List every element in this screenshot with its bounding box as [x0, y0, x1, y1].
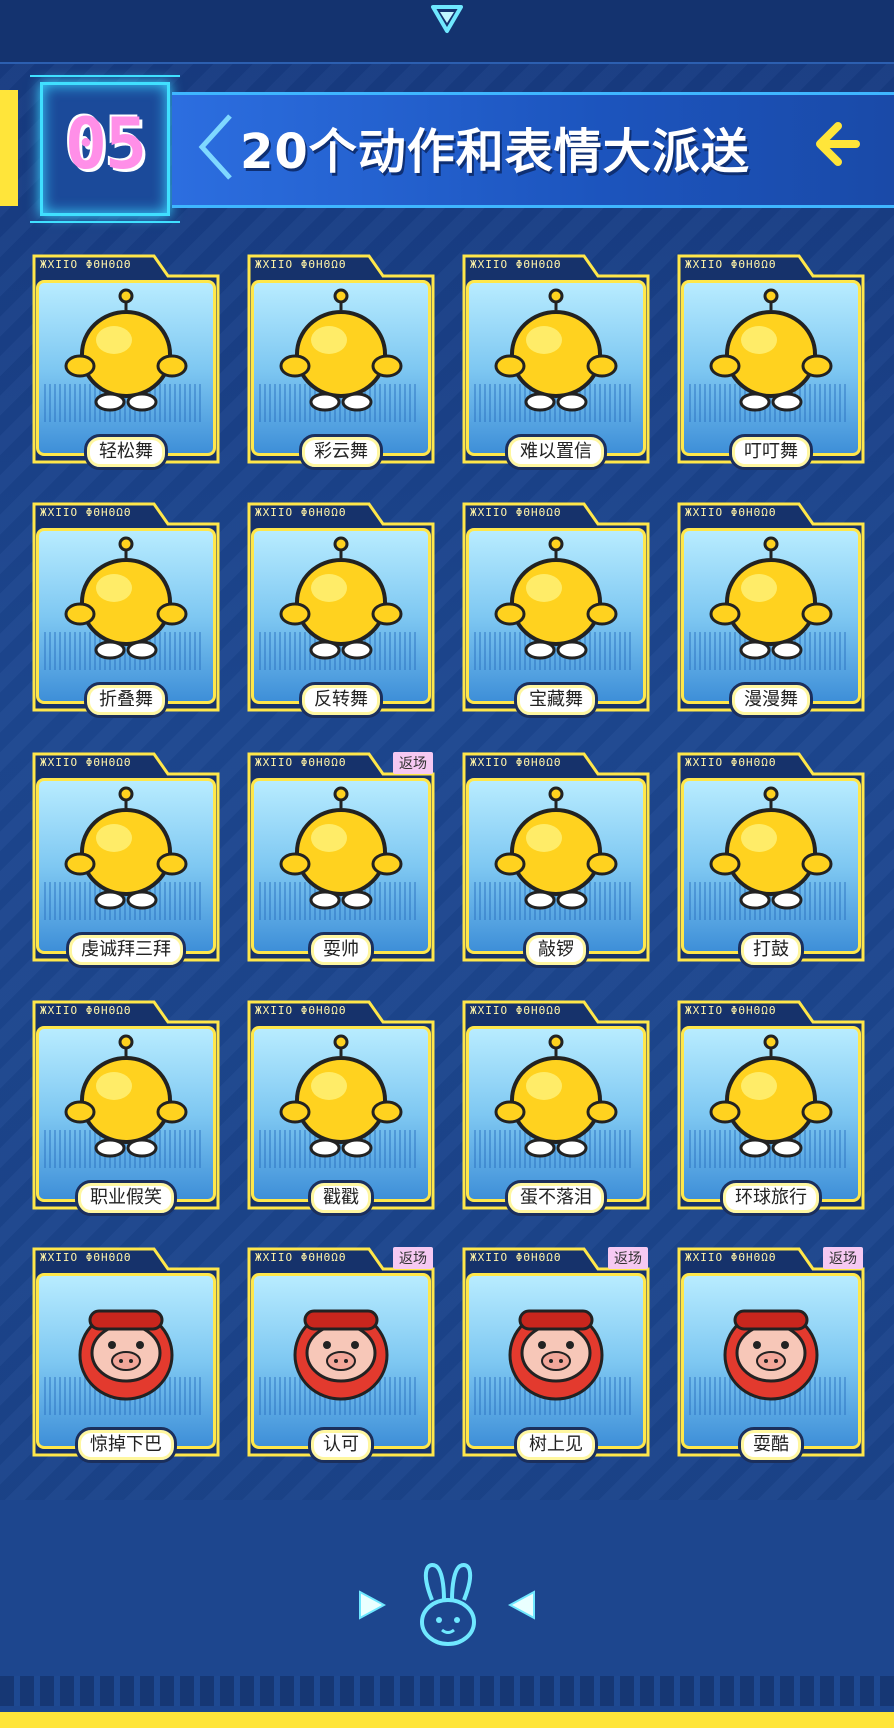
- emote-label: 打鼓: [738, 932, 804, 968]
- card-tab-code: ЖXIIO ΦΘΗΘΩΘ: [685, 506, 777, 519]
- emote-card[interactable]: ЖXIIO ΦΘΗΘΩΘ 轻松舞: [30, 252, 222, 470]
- emote-card[interactable]: ЖXIIO ΦΘΗΘΩΘ 环球旅行: [675, 998, 867, 1216]
- emote-label: 漫漫舞: [729, 682, 813, 718]
- card-tab-code: ЖXIIO ΦΘΗΘΩΘ: [255, 1251, 347, 1264]
- emote-label: 敲锣: [523, 932, 589, 968]
- down-arrow-icon: [431, 5, 463, 33]
- emote-card[interactable]: ЖXIIO ΦΘΗΘΩΘ 打鼓: [675, 750, 867, 968]
- emote-label: 惊掉下巴: [75, 1427, 177, 1463]
- emote-label: 难以置信: [505, 434, 607, 470]
- emote-label: 宝藏舞: [514, 682, 598, 718]
- return-badge: 返场: [608, 1247, 648, 1269]
- emote-label: 彩云舞: [299, 434, 383, 470]
- yellow-mascot-icon: [709, 536, 833, 660]
- play-right-icon: [359, 1590, 386, 1620]
- section-number-box: 05: [30, 82, 180, 223]
- card-tab-code: ЖXIIO ΦΘΗΘΩΘ: [470, 506, 562, 519]
- yellow-mascot-gong-icon: [494, 786, 618, 910]
- card-tab-code: ЖXIIO ΦΘΗΘΩΘ: [40, 756, 132, 769]
- yellow-mascot-plane-icon: [709, 1034, 833, 1158]
- yellow-mascot-icon: [279, 536, 403, 660]
- yellow-mascot-icon: [494, 288, 618, 412]
- card-tab-code: ЖXIIO ΦΘΗΘΩΘ: [685, 258, 777, 271]
- arrow-left-icon: [816, 122, 860, 166]
- card-tab-code: ЖXIIO ΦΘΗΘΩΘ: [40, 506, 132, 519]
- card-tab-code: ЖXIIO ΦΘΗΘΩΘ: [40, 258, 132, 271]
- emote-label: 耍帅: [308, 932, 374, 968]
- pig-mascot-shock-icon: [78, 1309, 174, 1401]
- pig-mascot-tree-icon: [508, 1309, 604, 1401]
- emote-card[interactable]: ЖXIIO ΦΘΗΘΩΘ 宝藏舞: [460, 500, 652, 718]
- emote-card[interactable]: ЖXIIO ΦΘΗΘΩΘ 返场耍酷: [675, 1245, 867, 1463]
- emote-card[interactable]: ЖXIIO ΦΘΗΘΩΘ 敲锣: [460, 750, 652, 968]
- emote-label: 折叠舞: [84, 682, 168, 718]
- emote-label: 轻松舞: [84, 434, 168, 470]
- card-tab-code: ЖXIIO ΦΘΗΘΩΘ: [685, 1251, 777, 1264]
- yellow-mascot-icon: [64, 786, 188, 910]
- emote-label: 树上见: [514, 1427, 598, 1463]
- card-tab-code: ЖXIIO ΦΘΗΘΩΘ: [685, 756, 777, 769]
- yellow-mascot-tear-icon: [494, 1034, 618, 1158]
- card-tab-code: ЖXIIO ΦΘΗΘΩΘ: [40, 1251, 132, 1264]
- card-tab-code: ЖXIIO ΦΘΗΘΩΘ: [255, 756, 347, 769]
- card-tab-code: ЖXIIO ΦΘΗΘΩΘ: [470, 258, 562, 271]
- card-tab-code: ЖXIIO ΦΘΗΘΩΘ: [470, 1251, 562, 1264]
- yellow-mascot-icon: [494, 536, 618, 660]
- emote-card[interactable]: ЖXIIO ΦΘΗΘΩΘ 返场耍帅: [245, 750, 437, 968]
- yellow-mascot-icon: [279, 786, 403, 910]
- emote-label: 职业假笑: [75, 1180, 177, 1216]
- return-badge: 返场: [393, 752, 433, 774]
- card-tab-code: ЖXIIO ΦΘΗΘΩΘ: [255, 1004, 347, 1017]
- emote-label: 认可: [308, 1427, 374, 1463]
- chevron-left-icon: [198, 114, 232, 180]
- yellow-mascot-poke-icon: [279, 1034, 403, 1158]
- emote-card[interactable]: ЖXIIO ΦΘΗΘΩΘ 漫漫舞: [675, 500, 867, 718]
- emote-label: 叮叮舞: [729, 434, 813, 470]
- pig-mascot-thumbs-icon: [293, 1309, 389, 1401]
- yellow-mascot-icon: [64, 288, 188, 412]
- emote-card[interactable]: ЖXIIO ΦΘΗΘΩΘ 虔诚拜三拜: [30, 750, 222, 968]
- emote-card[interactable]: ЖXIIO ΦΘΗΘΩΘ 返场树上见: [460, 1245, 652, 1463]
- return-badge: 返场: [393, 1247, 433, 1269]
- emote-card[interactable]: ЖXIIO ΦΘΗΘΩΘ 惊掉下巴: [30, 1245, 222, 1463]
- emote-card[interactable]: ЖXIIO ΦΘΗΘΩΘ 叮叮舞: [675, 252, 867, 470]
- bunny-logo-icon: [420, 1563, 476, 1646]
- emote-label: 戳戳: [308, 1180, 374, 1216]
- emote-card[interactable]: ЖXIIO ΦΘΗΘΩΘ 返场认可: [245, 1245, 437, 1463]
- card-tab-code: ЖXIIO ΦΘΗΘΩΘ: [470, 1004, 562, 1017]
- yellow-mascot-icon: [709, 288, 833, 412]
- emote-label: 环球旅行: [720, 1180, 822, 1216]
- emote-card[interactable]: ЖXIIO ΦΘΗΘΩΘ 戳戳: [245, 998, 437, 1216]
- yellow-mascot-icon: [64, 536, 188, 660]
- card-tab-code: ЖXIIO ΦΘΗΘΩΘ: [685, 1004, 777, 1017]
- emote-card[interactable]: ЖXIIO ΦΘΗΘΩΘ 折叠舞: [30, 500, 222, 718]
- emote-card[interactable]: ЖXIIO ΦΘΗΘΩΘ 蛋不落泪: [460, 998, 652, 1216]
- page-title: 20个动作和表情大派送: [240, 124, 750, 180]
- pig-mascot-cool-icon: [723, 1309, 819, 1401]
- emote-label: 虔诚拜三拜: [66, 932, 186, 968]
- emote-card[interactable]: ЖXIIO ΦΘΗΘΩΘ 反转舞: [245, 500, 437, 718]
- footer-pattern: [0, 1676, 894, 1706]
- footer-accent: [0, 1712, 894, 1728]
- card-tab-code: ЖXIIO ΦΘΗΘΩΘ: [255, 506, 347, 519]
- yellow-mascot-icon: [279, 288, 403, 412]
- return-badge: 返场: [823, 1247, 863, 1269]
- play-left-icon: [508, 1590, 535, 1620]
- emote-card[interactable]: ЖXIIO ΦΘΗΘΩΘ 难以置信: [460, 252, 652, 470]
- header-accent: [0, 90, 18, 206]
- card-tab-code: ЖXIIO ΦΘΗΘΩΘ: [470, 756, 562, 769]
- emote-label: 反转舞: [299, 682, 383, 718]
- card-tab-code: ЖXIIO ΦΘΗΘΩΘ: [40, 1004, 132, 1017]
- emote-card[interactable]: ЖXIIO ΦΘΗΘΩΘ 职业假笑: [30, 998, 222, 1216]
- emote-card[interactable]: ЖXIIO ΦΘΗΘΩΘ 彩云舞: [245, 252, 437, 470]
- emote-label: 蛋不落泪: [505, 1180, 607, 1216]
- card-tab-code: ЖXIIO ΦΘΗΘΩΘ: [255, 258, 347, 271]
- section-number: 05: [64, 103, 147, 185]
- emote-label: 耍酷: [738, 1427, 804, 1463]
- yellow-mascot-drum-icon: [709, 786, 833, 910]
- yellow-mascot-smile-icon: [64, 1034, 188, 1158]
